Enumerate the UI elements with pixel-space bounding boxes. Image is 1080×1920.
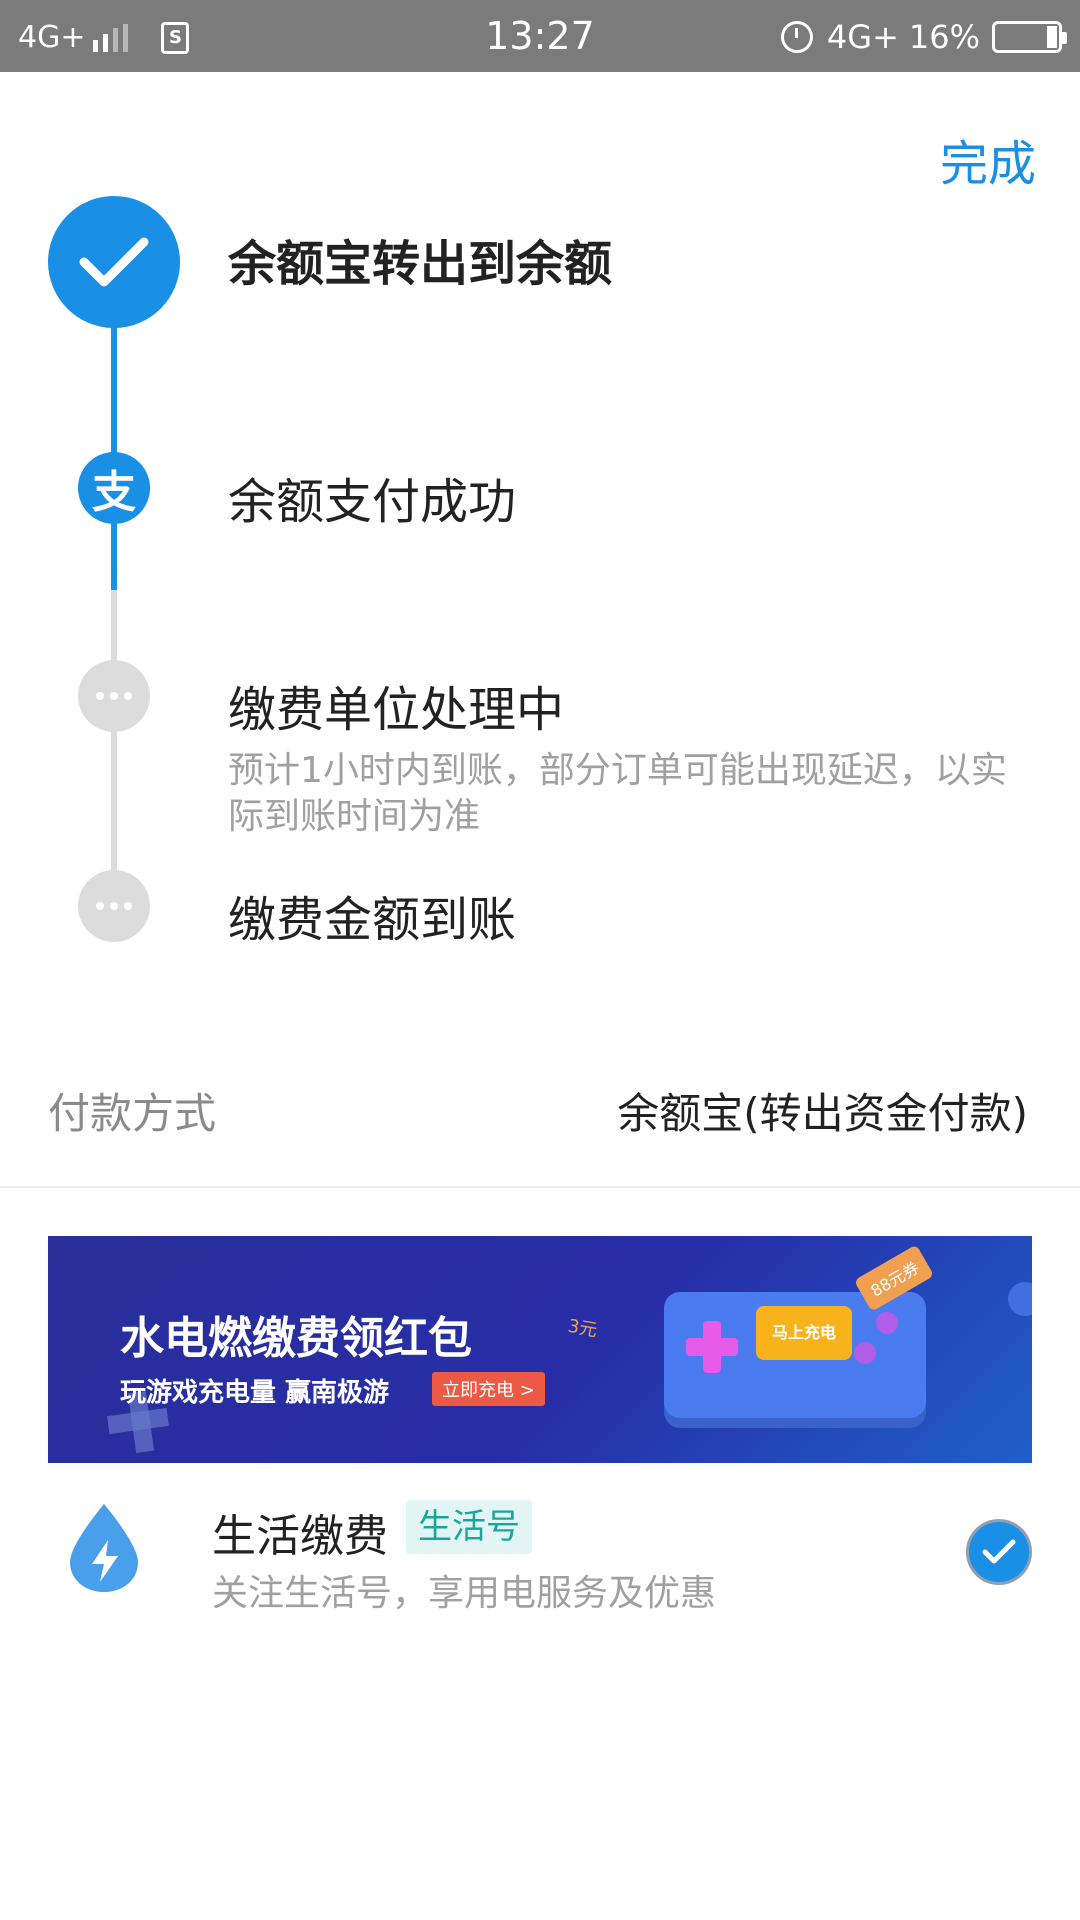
water-drop-lightning-icon: [70, 1504, 138, 1592]
banner-subtitle: 玩游戏充电量 赢南极游: [120, 1378, 390, 1408]
step-done-check-icon: [48, 196, 180, 328]
banner-charge-button[interactable]: 立即充电 >: [432, 1372, 545, 1406]
alarm-icon: [780, 21, 813, 53]
game-console-icon: 马上充电: [664, 1292, 926, 1418]
payment-method-label: 付款方式: [48, 1089, 217, 1138]
step-2-title: 余额支付成功: [228, 474, 517, 530]
payment-method-value: 余额宝(转出资金付款): [617, 1089, 1028, 1138]
step-4-title: 缴费金额到账: [228, 892, 517, 948]
bat-coupon-label: 3元: [566, 1315, 599, 1342]
lightning-icon: [1008, 1282, 1032, 1316]
promo-banner[interactable]: 水电燃缴费领红包 玩游戏充电量 赢南极游 立即充电 > 3元 马上充电 88元券: [48, 1236, 1032, 1463]
battery-percent: 16%: [908, 18, 980, 56]
status-right: 4G+ 16%: [780, 18, 1067, 56]
pending-dots-icon: [78, 870, 150, 942]
life-service-title: 生活缴费: [212, 1511, 388, 1562]
pending-dots-icon: [78, 660, 150, 732]
timeline-line-pending: [111, 590, 117, 906]
console-label: 马上充电: [756, 1306, 852, 1360]
done-button[interactable]: 完成: [940, 124, 1036, 194]
step-1-title: 余额宝转出到余额: [228, 236, 613, 292]
check-icon: [982, 1539, 1016, 1564]
step-3-desc: 预计1小时内到账，部分订单可能出现延迟，以实际到账时间为准: [228, 750, 1007, 837]
step-3-title: 缴费单位处理中: [228, 682, 565, 738]
network-label-right: 4G+: [826, 18, 899, 56]
divider: [0, 1186, 1080, 1188]
life-service-badge: 生活号: [406, 1500, 532, 1554]
alipay-icon: 支: [78, 452, 150, 524]
check-icon: [79, 237, 149, 287]
battery-level: [1047, 26, 1057, 48]
life-service-desc: 关注生活号，享用电服务及优惠: [212, 1573, 717, 1614]
follow-checkbox[interactable]: [966, 1519, 1032, 1585]
status-bar: 4G+ S 13:27 4G+ 16%: [0, 0, 1080, 72]
banner-title: 水电燃缴费领红包: [120, 1313, 472, 1364]
battery-icon: [992, 21, 1067, 53]
